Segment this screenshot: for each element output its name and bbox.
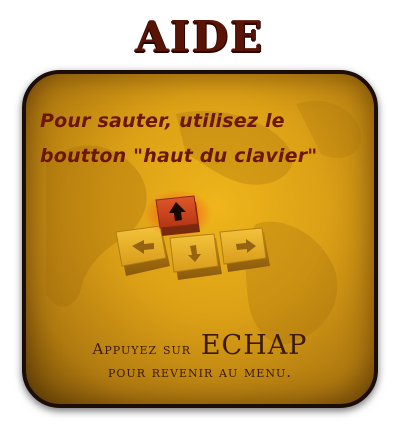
arrow-down-key — [169, 233, 222, 280]
escape-key-label: ECHAP — [200, 330, 308, 361]
footer-prefix: Appuyez sur — [92, 340, 192, 358]
arrow-keys-illustration — [115, 190, 270, 280]
footer-line-1: Appuyez sur ECHAP — [0, 330, 400, 361]
arrow-right-key — [219, 227, 270, 272]
jump-instruction: Pour sauter, utilisez le boutton "haut d… — [40, 104, 370, 174]
footer-line-2: pour revenir au menu. — [108, 363, 292, 381]
arrow-up-key — [144, 190, 212, 238]
instruction-line-1: Pour sauter, utilisez le — [40, 110, 285, 132]
footer-hint: Appuyez sur ECHAP pour revenir au menu. — [0, 330, 400, 381]
instruction-line-2: boutton "haut du clavier" — [40, 145, 318, 167]
screen-title: AIDE — [135, 12, 265, 61]
